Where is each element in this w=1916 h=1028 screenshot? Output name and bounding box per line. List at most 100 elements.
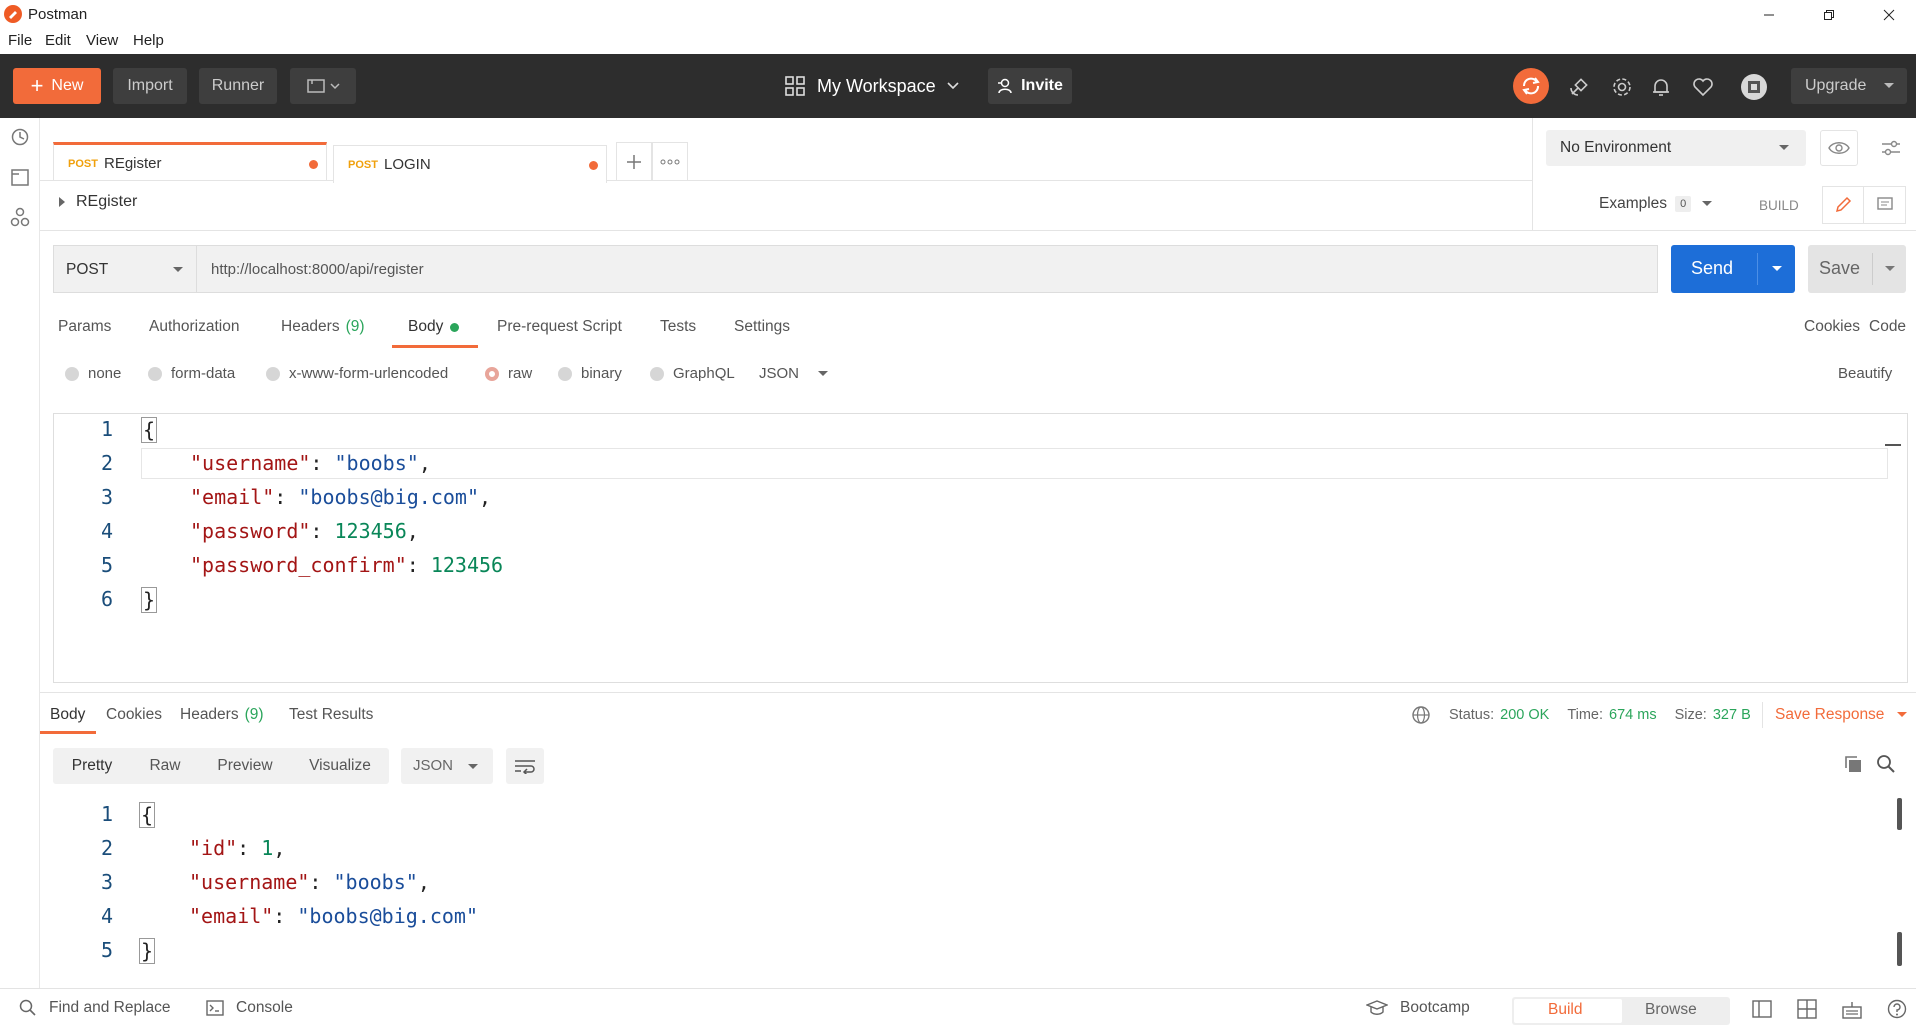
response-tab-cookies[interactable]: Cookies	[106, 706, 162, 724]
scrollbar-thumb[interactable]	[1897, 798, 1902, 830]
menu-edit[interactable]: Edit	[45, 32, 71, 49]
header-toolbar: + New Import Runner My Workspace Invite …	[0, 54, 1916, 118]
window-title: Postman	[28, 6, 88, 23]
find-replace-button[interactable]: Find and Replace	[19, 999, 171, 1017]
tab-params[interactable]: Params	[58, 318, 111, 336]
code-line: "username": "boobs",	[189, 870, 430, 894]
avatar[interactable]	[1741, 74, 1767, 100]
view-pretty[interactable]: Pretty	[58, 748, 126, 784]
url-input[interactable]	[196, 245, 1658, 293]
title-bar: Postman	[0, 0, 1916, 28]
send-button[interactable]: Send	[1671, 245, 1795, 293]
history-icon[interactable]	[9, 126, 31, 148]
satellite-icon[interactable]	[1568, 76, 1590, 98]
bell-icon[interactable]	[1650, 76, 1672, 98]
comment-icon[interactable]	[1864, 186, 1906, 224]
scrollbar-thumb[interactable]	[1897, 932, 1902, 966]
radio-urlencoded[interactable]: x-www-form-urlencoded	[266, 365, 448, 382]
copy-icon[interactable]	[1843, 754, 1863, 774]
tab-register[interactable]: POST REgister	[53, 142, 327, 180]
tab-authorization[interactable]: Authorization	[149, 318, 239, 336]
response-format-select[interactable]: JSON	[401, 748, 493, 784]
code-link[interactable]: Code	[1869, 318, 1906, 336]
collections-icon[interactable]	[9, 166, 31, 188]
gear-icon[interactable]	[1611, 76, 1633, 98]
response-meta: Status: 200 OK Time: 674 ms Size: 327 B	[1449, 707, 1751, 723]
radio-graphql[interactable]: GraphQL	[650, 365, 735, 382]
runner-button[interactable]: Runner	[199, 68, 277, 104]
two-pane-icon[interactable]	[1752, 999, 1772, 1019]
workspace-selector[interactable]: My Workspace	[785, 68, 960, 104]
tab-options-button[interactable]	[652, 142, 688, 180]
menu-view[interactable]: View	[86, 32, 118, 49]
pencil-icon[interactable]	[1822, 186, 1864, 224]
tab-body[interactable]: Body	[408, 318, 460, 336]
console-button[interactable]: Console	[206, 999, 293, 1017]
globe-icon[interactable]	[1411, 705, 1431, 725]
response-tab-body[interactable]: Body	[50, 706, 85, 724]
status-dot	[450, 322, 460, 332]
tab-settings[interactable]: Settings	[734, 318, 790, 336]
invite-button[interactable]: Invite	[988, 68, 1072, 104]
radio-form-data[interactable]: form-data	[148, 365, 235, 382]
menu-file[interactable]: File	[8, 32, 32, 49]
request-name: REgister	[76, 193, 138, 210]
response-tab-headers[interactable]: Headers (9)	[180, 706, 264, 724]
environment-select[interactable]: No Environment	[1546, 130, 1806, 166]
add-user-icon	[998, 78, 1012, 94]
more-icon	[660, 159, 680, 164]
layout-icon[interactable]	[1797, 999, 1817, 1019]
view-visualize[interactable]: Visualize	[298, 748, 382, 784]
sliders-icon[interactable]	[1872, 130, 1910, 166]
request-name-toggle[interactable]: REgister	[58, 193, 137, 211]
radio-raw[interactable]: raw	[485, 365, 532, 382]
bootcamp-button[interactable]: Bootcamp	[1366, 999, 1470, 1017]
caret-down-icon	[1779, 145, 1789, 150]
save-button[interactable]: Save	[1808, 245, 1906, 293]
build-mode-button[interactable]: Build	[1548, 1001, 1582, 1019]
tab-login[interactable]: POST LOGIN	[333, 145, 607, 183]
help-icon[interactable]	[1887, 999, 1907, 1019]
tab-tests[interactable]: Tests	[660, 318, 696, 336]
radio-binary[interactable]: binary	[558, 365, 622, 382]
upgrade-button[interactable]: Upgrade	[1791, 68, 1907, 104]
body-format-select[interactable]: JSON	[759, 365, 829, 382]
scrollbar-thumb[interactable]	[1885, 444, 1901, 446]
tab-prerequest-script[interactable]: Pre-request Script	[497, 318, 622, 336]
new-button[interactable]: + New	[13, 68, 101, 104]
view-preview[interactable]: Preview	[208, 748, 282, 784]
status-badge: 200 OK	[1500, 707, 1550, 723]
postman-logo-icon	[4, 5, 22, 23]
method-select[interactable]: POST	[53, 245, 196, 293]
minimize-icon[interactable]	[1746, 2, 1792, 28]
caret-right-icon	[59, 197, 65, 207]
save-response-button[interactable]: Save Response	[1775, 706, 1908, 724]
menu-bar: File Edit View Help	[0, 28, 1916, 54]
cookies-link[interactable]: Cookies	[1804, 318, 1860, 336]
browse-mode-button[interactable]: Browse	[1645, 1001, 1697, 1019]
eye-icon[interactable]	[1820, 130, 1858, 166]
import-button[interactable]: Import	[113, 68, 187, 104]
tab-headers[interactable]: Headers (9)	[281, 318, 365, 336]
left-sidebar	[0, 118, 40, 988]
response-tab-test-results[interactable]: Test Results	[289, 706, 373, 724]
heart-icon[interactable]	[1692, 76, 1714, 98]
examples-dropdown[interactable]: Examples 0	[1599, 195, 1713, 213]
unsaved-dot	[589, 161, 598, 170]
sync-icon[interactable]	[1513, 68, 1549, 104]
new-tab-button[interactable]	[616, 142, 652, 180]
tabs-divider	[40, 180, 1532, 181]
restore-icon[interactable]	[1806, 2, 1852, 28]
keyboard-icon[interactable]	[1842, 999, 1862, 1019]
apis-icon[interactable]	[9, 206, 31, 228]
search-icon[interactable]	[1876, 754, 1896, 774]
wrap-lines-icon[interactable]	[506, 748, 544, 784]
menu-help[interactable]: Help	[133, 32, 164, 49]
view-raw[interactable]: Raw	[140, 748, 190, 784]
radio-none[interactable]: none	[65, 365, 121, 382]
code-line: "password": 123456,	[190, 519, 419, 543]
beautify-link[interactable]: Beautify	[1838, 365, 1892, 382]
close-icon[interactable]	[1866, 2, 1912, 28]
new-window-button[interactable]	[290, 68, 356, 104]
plus-icon: +	[30, 73, 44, 98]
